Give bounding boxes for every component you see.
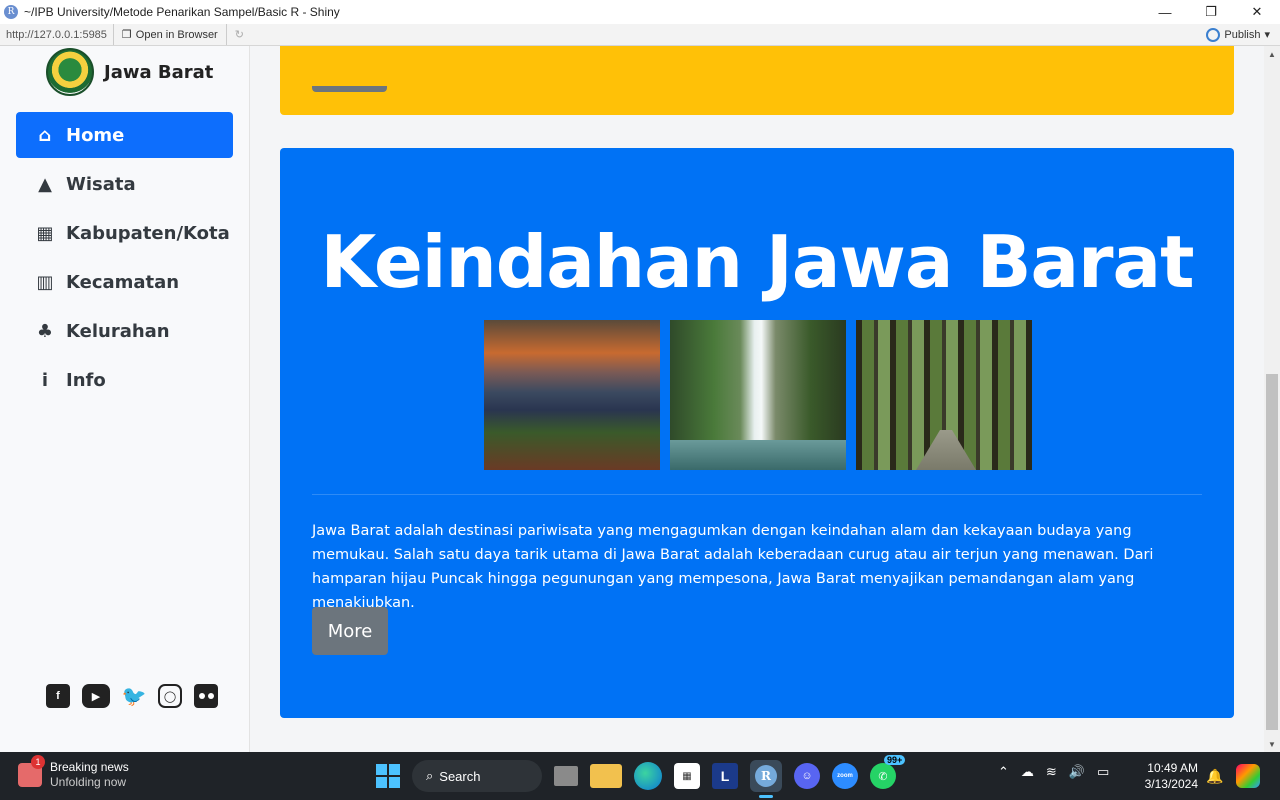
social-links: f ▶ 🐦 ◯ <box>46 684 218 708</box>
scrollbar[interactable]: ▲ ▼ <box>1264 46 1280 752</box>
close-button[interactable]: ✕ <box>1234 0 1280 24</box>
sidebar: Jawa Barat ⌂ Home ▲ Wisata ▦ Kabupaten/K… <box>0 46 250 752</box>
chevron-up-icon[interactable]: ⌃ <box>998 764 1009 780</box>
sidebar-item-label: Home <box>66 124 125 146</box>
home-icon: ⌂ <box>38 124 52 146</box>
card-button[interactable] <box>312 86 387 92</box>
brand[interactable]: Jawa Barat <box>0 46 249 98</box>
browser-icon: ❐ <box>121 29 132 41</box>
sidebar-item-wisata[interactable]: ▲ Wisata <box>16 161 233 207</box>
twitter-icon[interactable]: 🐦 <box>122 684 147 708</box>
sidebar-item-kecamatan[interactable]: ▥ Kecamatan <box>16 259 233 305</box>
cloud-icon[interactable]: ☁ <box>1021 764 1034 780</box>
scroll-down-icon[interactable]: ▼ <box>1264 736 1280 752</box>
clock[interactable]: 10:49 AM 3/13/2024 <box>1138 760 1198 792</box>
news-badge: 1 <box>31 755 45 769</box>
news-widget[interactable]: 1 Breaking news Unfolding now <box>18 755 129 790</box>
building-icon: ▦ <box>36 222 54 244</box>
whatsapp-badge: 99+ <box>884 755 906 765</box>
wifi-icon[interactable]: ≋ <box>1046 764 1057 780</box>
window-titlebar: R ~/IPB University/Metode Penarikan Samp… <box>0 0 1280 24</box>
taskbar-apps: ⌕ Search ▦ L R ☺ zoom ✆ 99+ <box>376 755 906 798</box>
rstudio-letter: R <box>755 765 777 787</box>
flickr-icon[interactable] <box>194 684 218 708</box>
sidebar-item-label: Info <box>66 369 106 391</box>
open-in-browser-button[interactable]: ❐ Open in Browser <box>114 24 227 45</box>
search-icon: ⌕ <box>426 768 434 783</box>
publish-icon <box>1206 27 1221 42</box>
sidebar-item-label: Kecamatan <box>66 271 180 293</box>
clock-date: 3/13/2024 <box>1144 777 1198 791</box>
sidebar-item-kelurahan[interactable]: ♣ Kelurahan <box>16 308 233 354</box>
copilot-icon[interactable] <box>1236 764 1260 788</box>
photo-gallery <box>484 320 1032 470</box>
search-label: Search <box>439 768 481 784</box>
clock-time: 10:49 AM <box>1147 761 1198 775</box>
discord-icon[interactable]: ☺ <box>794 763 820 789</box>
jawa-barat-logo <box>46 48 94 96</box>
news-icon: 1 <box>18 755 45 787</box>
divider <box>312 494 1202 495</box>
publish-button[interactable]: Publish ▾ <box>1206 27 1280 42</box>
store-icon[interactable]: ▦ <box>674 763 700 789</box>
maximize-button[interactable]: ❐ <box>1188 0 1234 24</box>
system-tray: ⌃ ☁ ≋ 🔊 ▭ <box>998 764 1109 780</box>
scrollbar-thumb[interactable] <box>1266 374 1278 730</box>
sidebar-item-label: Kabupaten/Kota <box>66 222 230 244</box>
whatsapp-icon[interactable]: ✆ 99+ <box>870 755 906 789</box>
waterfall-photo <box>670 320 846 470</box>
taskbar: 1 Breaking news Unfolding now ⌕ Search ▦… <box>0 752 1280 800</box>
youtube-icon[interactable]: ▶ <box>82 684 110 708</box>
main-content: Keindahan Jawa Barat Jawa Barat adalah d… <box>251 46 1264 752</box>
zoom-icon[interactable]: zoom <box>832 763 858 789</box>
start-button[interactable] <box>376 764 400 788</box>
info-icon: i <box>41 369 49 391</box>
refresh-icon[interactable]: ↻ <box>227 28 252 41</box>
task-view-icon[interactable] <box>554 766 578 786</box>
mountain-photo <box>484 320 660 470</box>
battery-icon[interactable]: ▭ <box>1097 764 1109 780</box>
rstudio-icon[interactable]: R <box>750 760 782 798</box>
edge-icon[interactable] <box>634 762 662 790</box>
file-explorer-icon[interactable] <box>590 764 622 788</box>
mountain-icon: ▲ <box>38 173 52 195</box>
window-title: ~/IPB University/Metode Penarikan Sampel… <box>24 5 340 19</box>
hero-title: Keindahan Jawa Barat <box>320 220 1194 304</box>
instagram-icon[interactable]: ◯ <box>158 684 182 708</box>
news-subtitle: Unfolding now <box>50 775 127 789</box>
chevron-down-icon: ▾ <box>1264 29 1270 41</box>
sidebar-item-info[interactable]: i Info <box>16 357 233 403</box>
volume-icon[interactable]: 🔊 <box>1069 764 1085 780</box>
more-button[interactable]: More <box>312 607 388 655</box>
sidebar-item-label: Wisata <box>66 173 136 195</box>
sidebar-item-label: Kelurahan <box>66 320 170 342</box>
facebook-icon[interactable]: f <box>46 684 70 708</box>
notification-bell-icon[interactable]: 🔔 <box>1206 768 1223 785</box>
r-logo-icon: R <box>4 5 18 19</box>
l-app-icon[interactable]: L <box>712 763 738 789</box>
news-title: Breaking news <box>50 760 129 774</box>
taskbar-search[interactable]: ⌕ Search <box>412 760 542 792</box>
sidebar-nav: ⌂ Home ▲ Wisata ▦ Kabupaten/Kota ▥ Kecam… <box>0 112 249 403</box>
sidebar-item-kabupaten-kota[interactable]: ▦ Kabupaten/Kota <box>16 210 233 256</box>
url-display: http://127.0.0.1:5985 <box>0 24 114 45</box>
viewer-toolbar: http://127.0.0.1:5985 ❐ Open in Browser … <box>0 24 1280 46</box>
brand-name: Jawa Barat <box>104 61 214 83</box>
yellow-card <box>280 46 1234 115</box>
minimize-button[interactable]: — <box>1142 0 1188 24</box>
city-icon: ▥ <box>36 271 54 293</box>
open-in-browser-label: Open in Browser <box>135 28 218 41</box>
tree-city-icon: ♣ <box>36 320 54 342</box>
sidebar-item-home[interactable]: ⌂ Home <box>16 112 233 158</box>
publish-label: Publish <box>1224 28 1261 41</box>
hero-description: Jawa Barat adalah destinasi pariwisata y… <box>312 523 1154 611</box>
hero-card: Keindahan Jawa Barat Jawa Barat adalah d… <box>280 148 1234 718</box>
forest-photo <box>856 320 1032 470</box>
scroll-up-icon[interactable]: ▲ <box>1264 46 1280 62</box>
